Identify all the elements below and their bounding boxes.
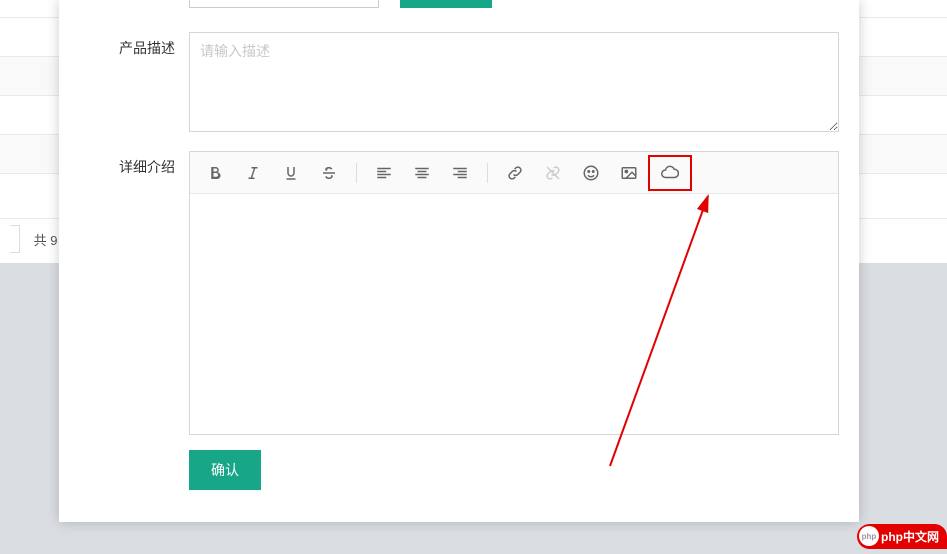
image-icon[interactable] [610,154,648,192]
editor-content-area[interactable] [190,194,838,434]
bold-icon[interactable] [196,154,234,192]
align-center-icon[interactable] [403,154,441,192]
emoji-icon[interactable] [572,154,610,192]
align-left-icon[interactable] [365,154,403,192]
align-right-icon[interactable] [441,154,479,192]
watermark-text: php中文网 [881,528,939,545]
italic-icon[interactable] [234,154,272,192]
modal-dialog: 产品描述 详细介绍 [59,0,859,522]
upload-button[interactable] [400,0,492,8]
description-label: 产品描述 [59,32,189,58]
description-textarea[interactable] [189,32,839,132]
detail-label: 详细介绍 [59,151,189,177]
editor-toolbar [190,152,838,194]
underline-icon[interactable] [272,154,310,192]
upload-path-input[interactable] [189,0,379,8]
toolbar-separator [356,163,357,183]
cloud-upload-icon[interactable] [648,155,692,191]
toolbar-separator [487,163,488,183]
upload-label [59,0,189,6]
unlink-icon[interactable] [534,154,572,192]
confirm-button[interactable]: 确认 [189,450,261,490]
rich-text-editor [189,151,839,435]
page-button[interactable] [10,225,20,253]
strike-icon[interactable] [310,154,348,192]
form-row-description: 产品描述 [59,24,859,143]
form-row-upload [59,0,859,24]
watermark-badge: php中文网 [857,524,947,549]
link-icon[interactable] [496,154,534,192]
form-row-detail: 详细介绍 [59,143,859,498]
